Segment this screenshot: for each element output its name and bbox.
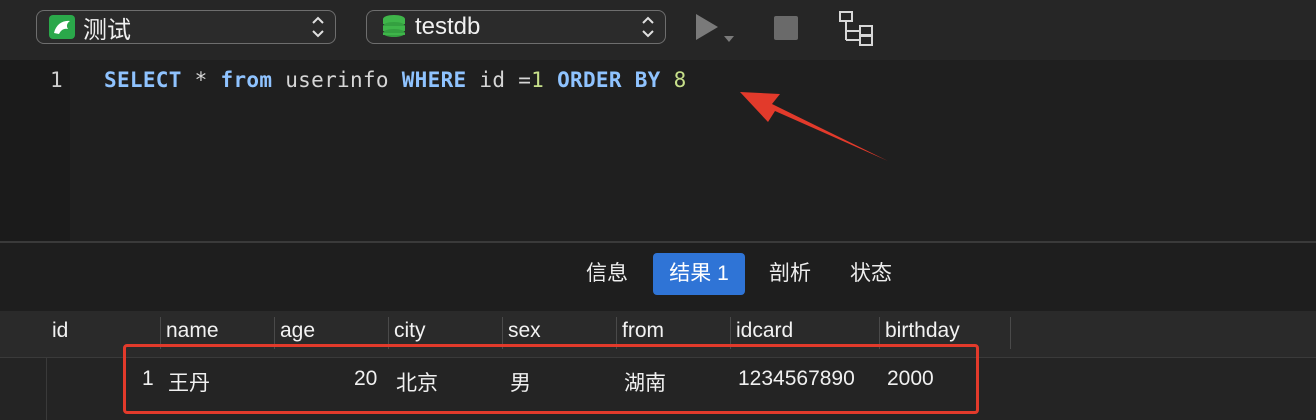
sql-code-line[interactable]: SELECT * from userinfo WHERE id =1 ORDER… bbox=[104, 68, 687, 92]
result-tabs: 信息 结果 1 剖析 状态 bbox=[0, 243, 1316, 311]
toolbar: 测试 testdb bbox=[0, 0, 1316, 60]
line-number: 1 bbox=[50, 68, 63, 92]
column-header-age[interactable]: age bbox=[280, 319, 315, 343]
tab-status[interactable]: 状态 bbox=[836, 253, 906, 295]
sql-keyword: from bbox=[220, 68, 273, 92]
column-header-from[interactable]: from bbox=[622, 319, 664, 343]
column-header-idcard[interactable]: idcard bbox=[736, 319, 793, 343]
chevron-updown-icon bbox=[642, 16, 654, 38]
chevron-updown-icon bbox=[312, 16, 324, 38]
tab-info[interactable]: 信息 bbox=[572, 253, 642, 295]
database-icon bbox=[383, 15, 405, 37]
column-header-city[interactable]: city bbox=[394, 319, 426, 343]
sql-number: 8 bbox=[673, 68, 687, 92]
stop-icon[interactable] bbox=[774, 16, 798, 40]
tree-icon[interactable] bbox=[838, 10, 876, 48]
sql-keyword: WHERE bbox=[401, 68, 467, 92]
dolphin-icon bbox=[49, 15, 75, 39]
sql-number: 1 bbox=[531, 68, 545, 92]
column-header-name[interactable]: name bbox=[166, 319, 219, 343]
tab-profile[interactable]: 剖析 bbox=[755, 253, 825, 295]
sql-text: userinfo bbox=[272, 68, 402, 92]
database-label: testdb bbox=[415, 13, 481, 40]
column-header-sex[interactable]: sex bbox=[508, 319, 541, 343]
play-icon[interactable] bbox=[694, 12, 738, 48]
sql-editor[interactable]: 1 SELECT * from userinfo WHERE id =1 ORD… bbox=[0, 60, 1316, 242]
row-header-divider bbox=[46, 358, 47, 420]
column-header-birthday[interactable]: birthday bbox=[885, 319, 960, 343]
tab-result-1[interactable]: 结果 1 bbox=[653, 253, 745, 295]
annotation-highlight-box bbox=[123, 344, 979, 414]
connection-label: 测试 bbox=[83, 16, 131, 44]
sql-keyword: SELECT bbox=[104, 68, 182, 92]
database-select[interactable]: testdb bbox=[366, 10, 666, 44]
connection-select[interactable]: 测试 bbox=[36, 10, 336, 44]
sql-text: id = bbox=[466, 68, 532, 92]
column-header-id[interactable]: id bbox=[52, 319, 68, 343]
column-divider[interactable] bbox=[1010, 317, 1011, 349]
sql-text: * bbox=[181, 68, 221, 92]
sql-keyword: ORDER BY bbox=[557, 68, 661, 92]
